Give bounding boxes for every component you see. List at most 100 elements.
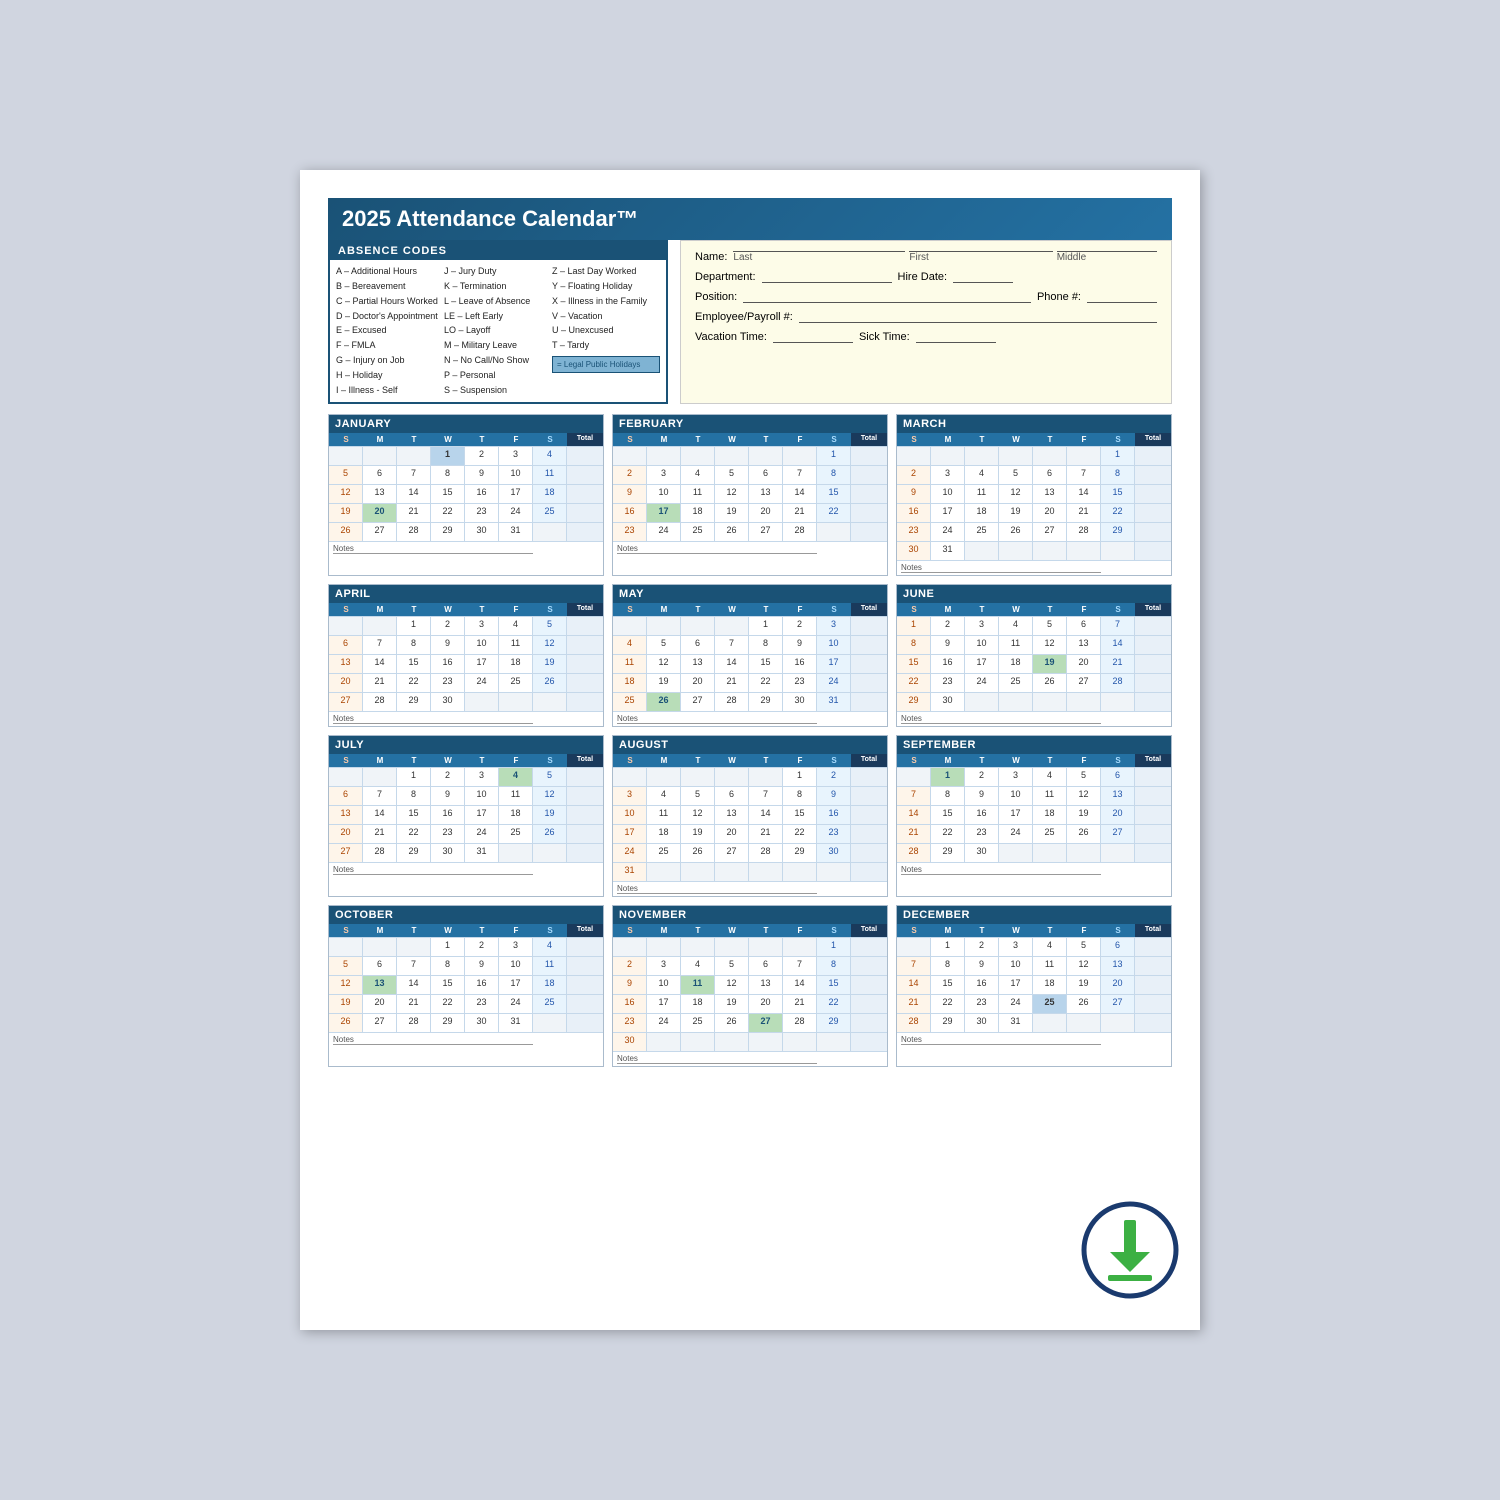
- day-label: S: [329, 603, 363, 616]
- day-cell: [783, 447, 817, 465]
- day-cell: 14: [783, 976, 817, 994]
- day-cell: 5: [533, 768, 567, 786]
- day-label: T: [965, 603, 999, 616]
- absence-col-3: Z – Last Day WorkedY – Floating HolidayX…: [552, 264, 660, 398]
- day-cell: 3: [965, 617, 999, 635]
- day-cell: [647, 938, 681, 956]
- day-cell: 9: [817, 787, 851, 805]
- time-row: Vacation Time: Sick Time:: [695, 331, 1157, 343]
- day-cell: 17: [647, 995, 681, 1013]
- cal-week-row: 13141516171819: [329, 805, 603, 824]
- cal-week-row: 123456: [897, 937, 1171, 956]
- day-cell: 20: [1101, 806, 1135, 824]
- cal-month-header: JUNE: [897, 585, 1171, 603]
- day-cell: [613, 938, 647, 956]
- cal-week-row: 16171819202122: [613, 994, 887, 1013]
- day-label: S: [1101, 924, 1135, 937]
- day-cell: 8: [431, 466, 465, 484]
- day-cell: 1: [817, 447, 851, 465]
- day-cell: [397, 938, 431, 956]
- cal-week-row: 2345678: [613, 956, 887, 975]
- day-label: S: [1101, 754, 1135, 767]
- day-cell: 20: [1067, 655, 1101, 673]
- day-label: M: [647, 433, 681, 446]
- download-overlay[interactable]: [1080, 1200, 1180, 1300]
- day-cell: 6: [329, 636, 363, 654]
- day-cell: 14: [397, 485, 431, 503]
- total-cell: [567, 957, 603, 975]
- emp-label: Employee/Payroll #:: [695, 311, 793, 323]
- day-cell: 22: [397, 825, 431, 843]
- cal-week-row: 21222324252627: [897, 994, 1171, 1013]
- day-cell: 29: [749, 693, 783, 711]
- day-cell: [363, 447, 397, 465]
- day-cell: 24: [465, 674, 499, 692]
- day-cell: 8: [783, 787, 817, 805]
- day-cell: [681, 1033, 715, 1051]
- day-cell: 13: [715, 806, 749, 824]
- cal-week-row: 9101112131415: [897, 484, 1171, 503]
- day-label: F: [783, 924, 817, 937]
- day-label: F: [499, 433, 533, 446]
- total-cell: [851, 504, 887, 522]
- total-cell: [567, 768, 603, 786]
- day-cell: 14: [1067, 485, 1101, 503]
- day-cell: [613, 447, 647, 465]
- day-cell: 13: [1033, 485, 1067, 503]
- day-cell: 23: [897, 523, 931, 541]
- cal-week-row: 6789101112: [329, 786, 603, 805]
- day-cell: 17: [465, 655, 499, 673]
- cal-week-row: 9101112131415: [613, 975, 887, 994]
- day-cell: 24: [647, 1014, 681, 1032]
- day-cell: 1: [397, 768, 431, 786]
- total-cell: [851, 636, 887, 654]
- day-label: S: [329, 754, 363, 767]
- day-cell: [999, 693, 1033, 711]
- day-cell: 18: [533, 485, 567, 503]
- day-cell: 27: [363, 523, 397, 541]
- total-label: Total: [851, 433, 887, 446]
- day-cell: [681, 768, 715, 786]
- day-cell: 13: [1101, 957, 1135, 975]
- day-cell: 16: [897, 504, 931, 522]
- total-cell: [851, 485, 887, 503]
- day-cell: 31: [465, 844, 499, 862]
- day-label: T: [397, 924, 431, 937]
- cal-week-row: 14151617181920: [897, 975, 1171, 994]
- day-label: T: [1033, 924, 1067, 937]
- cal-week-row: 6789101112: [329, 635, 603, 654]
- day-cell: 18: [613, 674, 647, 692]
- cal-week-row: 30: [613, 1032, 887, 1051]
- day-cell: 20: [749, 995, 783, 1013]
- day-cell: [965, 447, 999, 465]
- calendar-october: OCTOBERSMTWTFSTotal123456789101112131415…: [328, 905, 604, 1067]
- day-label: S: [533, 924, 567, 937]
- day-cell: 5: [1033, 617, 1067, 635]
- day-label: S: [533, 603, 567, 616]
- day-cell: 2: [431, 617, 465, 635]
- day-cell: 21: [397, 504, 431, 522]
- day-cell: 20: [681, 674, 715, 692]
- cal-month-header: MAY: [613, 585, 887, 603]
- total-cell: [851, 938, 887, 956]
- total-cell: [851, 674, 887, 692]
- cal-week-row: 232425262728: [613, 522, 887, 541]
- cal-week-row: 20212223242526: [329, 824, 603, 843]
- day-cell: 24: [499, 504, 533, 522]
- day-cell: 2: [613, 957, 647, 975]
- day-cell: 30: [783, 693, 817, 711]
- absence-item: N – No Call/No Show: [444, 353, 552, 368]
- day-cell: 18: [681, 995, 715, 1013]
- day-cell: 4: [647, 787, 681, 805]
- download-icon[interactable]: [1080, 1200, 1180, 1300]
- hire-label: Hire Date:: [898, 271, 948, 283]
- total-cell: [567, 636, 603, 654]
- day-cell: [1033, 542, 1067, 560]
- day-cell: 25: [499, 825, 533, 843]
- absence-item: L – Leave of Absence: [444, 294, 552, 309]
- day-cell: 11: [1033, 787, 1067, 805]
- notes-label: Notes: [901, 865, 1101, 875]
- day-cell: [363, 768, 397, 786]
- sick-label: Sick Time:: [859, 331, 910, 343]
- day-cell: [897, 447, 931, 465]
